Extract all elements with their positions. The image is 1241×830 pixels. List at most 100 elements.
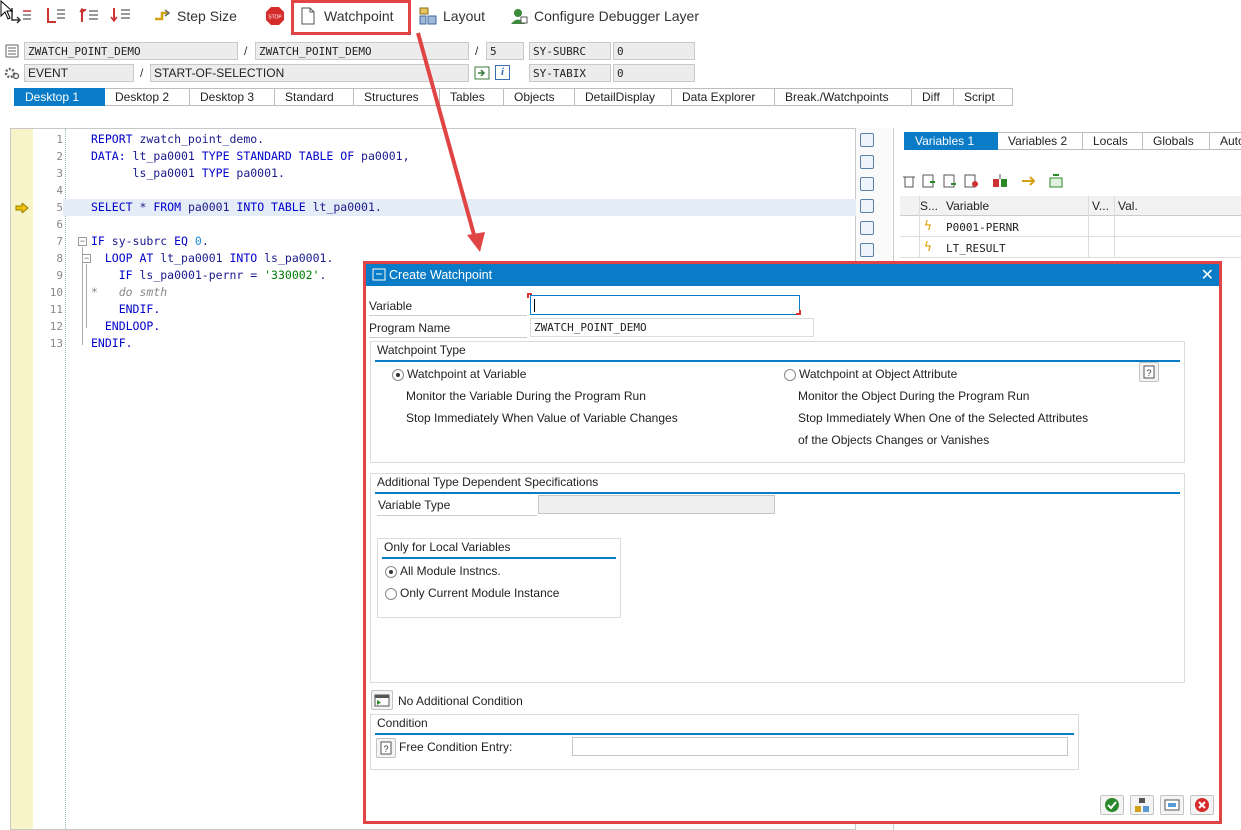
compare-icon[interactable] bbox=[992, 174, 1008, 191]
tab-break-watchpoints[interactable]: Break./Watchpoints bbox=[775, 88, 912, 106]
layout-settings-button[interactable] bbox=[1160, 795, 1184, 815]
toggle-condition-button[interactable] bbox=[371, 690, 393, 710]
watchpoint-button[interactable]: Watchpoint bbox=[300, 2, 394, 30]
structure-icon bbox=[1164, 799, 1180, 811]
close-pane-icon[interactable] bbox=[860, 133, 874, 147]
services-icon[interactable] bbox=[860, 243, 874, 257]
maximize-icon[interactable] bbox=[860, 199, 874, 213]
tab-objects[interactable]: Objects bbox=[504, 88, 575, 106]
program-icon bbox=[5, 44, 19, 61]
table-row[interactable]: ϟ P0001-PERNR bbox=[900, 217, 1241, 237]
resize-icon[interactable] bbox=[860, 221, 874, 235]
column-header[interactable]: Variable bbox=[946, 199, 989, 213]
create-watchpoint-dialog: Create Watchpoint ✕ Variable Program Nam… bbox=[363, 261, 1222, 824]
column-divider bbox=[919, 196, 920, 258]
option-label[interactable]: Only Current Module Instance bbox=[400, 586, 559, 600]
export-icon[interactable] bbox=[1048, 174, 1064, 191]
code-line-5: SELECT * FROM pa0001 INTO TABLE lt_pa000… bbox=[91, 200, 382, 214]
variable-name: P0001-PERNR bbox=[946, 221, 1019, 234]
continue-icon[interactable] bbox=[110, 6, 130, 24]
code-line-13: ENDIF. bbox=[91, 336, 133, 350]
group-title: Only for Local Variables bbox=[384, 540, 511, 554]
delete-row-icon[interactable] bbox=[964, 174, 978, 191]
tab-data-explorer[interactable]: Data Explorer bbox=[672, 88, 775, 106]
option-label[interactable]: All Module Instncs. bbox=[400, 564, 501, 578]
line-number: 2 bbox=[56, 150, 63, 163]
fold-toggle-icon[interactable]: − bbox=[82, 254, 91, 263]
close-icon[interactable]: ✕ bbox=[1201, 265, 1214, 285]
line-number: 4 bbox=[56, 184, 63, 197]
option-description: Monitor the Variable During the Program … bbox=[406, 389, 646, 403]
tab-script[interactable]: Script bbox=[954, 88, 1013, 106]
tab-variables-2[interactable]: Variables 2 bbox=[998, 132, 1083, 150]
line-number-field: 5 bbox=[486, 42, 524, 60]
split-icon[interactable] bbox=[1020, 174, 1036, 191]
help-button[interactable]: ? bbox=[1139, 362, 1159, 382]
radio-all-module-instances[interactable] bbox=[385, 566, 397, 578]
tab-locals[interactable]: Locals bbox=[1083, 132, 1143, 150]
variable-label: Variable bbox=[369, 299, 413, 313]
lightning-icon: ϟ bbox=[924, 219, 932, 234]
line-number: 3 bbox=[56, 167, 63, 180]
variables-table-header: S... Variable V... Val. bbox=[900, 196, 1241, 216]
annotation-arrow bbox=[416, 32, 485, 252]
radio-current-module-instance[interactable] bbox=[385, 588, 397, 600]
tab-auto[interactable]: Auto bbox=[1210, 132, 1241, 150]
swap-tool-icon[interactable] bbox=[860, 177, 874, 191]
confirm-button[interactable] bbox=[1100, 795, 1124, 815]
info-icon[interactable]: i bbox=[495, 65, 510, 80]
append-row-icon[interactable] bbox=[943, 174, 957, 191]
configure-label: Configure Debugger Layer bbox=[534, 8, 699, 24]
option-label[interactable]: Watchpoint at Object Attribute bbox=[799, 367, 957, 381]
trash-icon[interactable] bbox=[902, 174, 916, 191]
return-icon[interactable] bbox=[78, 6, 98, 24]
code-line-12: ENDLOOP. bbox=[91, 319, 160, 333]
document-icon bbox=[300, 7, 318, 25]
new-window-icon[interactable] bbox=[860, 155, 874, 169]
tab-desktop-1[interactable]: Desktop 1 bbox=[14, 88, 105, 106]
code-line-11: ENDIF. bbox=[91, 302, 161, 316]
tab-diff[interactable]: Diff bbox=[912, 88, 954, 106]
step-size-button[interactable]: Step Size bbox=[153, 2, 237, 30]
cancel-button[interactable] bbox=[1190, 795, 1214, 815]
column-header[interactable]: V... bbox=[1092, 199, 1109, 213]
stop-icon[interactable]: STOP bbox=[266, 7, 284, 25]
radio-watchpoint-at-variable[interactable] bbox=[392, 369, 404, 381]
code-token: EQ bbox=[174, 234, 188, 248]
tab-globals[interactable]: Globals bbox=[1143, 132, 1210, 150]
fold-toggle-icon[interactable]: − bbox=[78, 237, 87, 246]
code-token: DATA: bbox=[91, 149, 126, 163]
group-title: Condition bbox=[377, 716, 428, 730]
table-row[interactable]: ϟ LT_RESULT bbox=[900, 238, 1241, 258]
condition-help-button[interactable]: ? bbox=[376, 738, 396, 758]
layout-button[interactable]: Layout bbox=[419, 2, 485, 30]
code-token: * do smth bbox=[91, 285, 168, 299]
code-line-3: ls_pa0001 TYPE pa0001. bbox=[91, 166, 285, 180]
tab-desktop-2[interactable]: Desktop 2 bbox=[105, 88, 190, 106]
required-marker bbox=[796, 310, 801, 315]
configure-debugger-layer-button[interactable]: Configure Debugger Layer bbox=[510, 2, 699, 30]
line-number: 1 bbox=[56, 133, 63, 146]
local-variables-group: Only for Local Variables All Module Inst… bbox=[377, 538, 621, 618]
tab-standard[interactable]: Standard bbox=[275, 88, 354, 106]
svg-text:?: ? bbox=[383, 744, 388, 754]
hierarchy-icon bbox=[1135, 798, 1149, 812]
tab-variables-1[interactable]: Variables 1 bbox=[904, 132, 998, 150]
expand-panel-icon bbox=[374, 694, 390, 707]
breakpoint-gutter[interactable] bbox=[11, 129, 33, 829]
insert-row-icon[interactable] bbox=[922, 174, 936, 191]
step-over-icon[interactable] bbox=[45, 6, 65, 24]
tab-detaildisplay[interactable]: DetailDisplay bbox=[575, 88, 672, 106]
column-header[interactable]: Val. bbox=[1118, 199, 1138, 213]
dialog-icon bbox=[372, 268, 386, 284]
free-condition-input[interactable] bbox=[572, 737, 1068, 756]
radio-watchpoint-at-object[interactable] bbox=[784, 369, 796, 381]
event-type-field: EVENT bbox=[24, 64, 134, 82]
option-label[interactable]: Watchpoint at Variable bbox=[407, 367, 526, 381]
code-line-8: LOOP AT lt_pa0001 INTO ls_pa0001. bbox=[104, 251, 334, 265]
sy-subrc-label: SY-SUBRC bbox=[529, 42, 611, 60]
object-attributes-button[interactable] bbox=[1130, 795, 1154, 815]
column-header[interactable]: S... bbox=[920, 199, 938, 213]
tab-desktop-3[interactable]: Desktop 3 bbox=[190, 88, 275, 106]
variable-input[interactable] bbox=[530, 295, 800, 315]
